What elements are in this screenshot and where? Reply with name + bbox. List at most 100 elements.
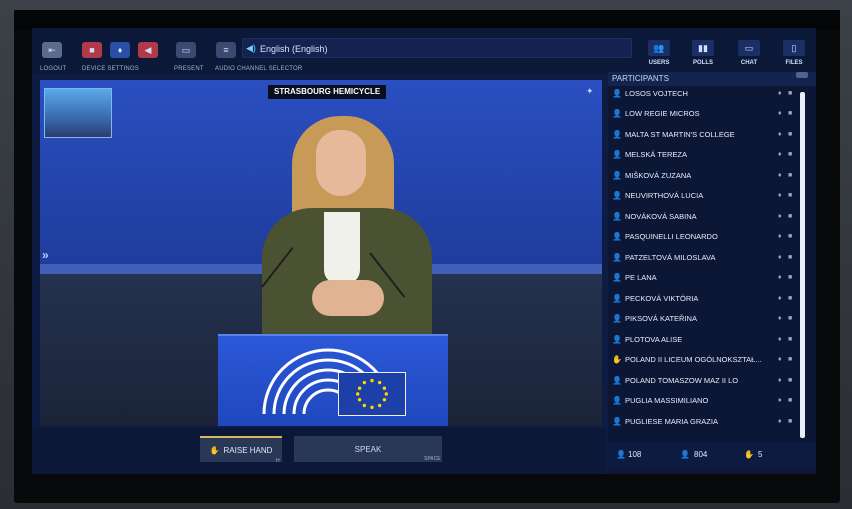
files-button[interactable]: ▯ <box>783 40 805 56</box>
panel-collapse-button[interactable] <box>796 72 808 78</box>
participant-row[interactable]: 👤 PECKOVÁ VIKTÓRIA ♦ ■ <box>612 289 798 307</box>
users-label: USERS <box>648 60 670 66</box>
speak-button[interactable]: SPEAK <box>294 436 442 462</box>
participant-camera-icon: ■ <box>788 233 793 240</box>
participant-row[interactable]: ✋ POLAND II LICEUM OGÓLNOKSZTAŁ... ♦ ■ <box>612 351 798 369</box>
camera-toggle-button[interactable]: ■ <box>82 42 102 58</box>
participant-mic-icon: ♦ <box>778 151 782 158</box>
raise-hand-button[interactable]: ✋ RAISE HAND <box>200 436 282 462</box>
participant-mic-icon: ♦ <box>778 89 782 97</box>
users-count: 108 <box>628 450 642 459</box>
total-count: 804 <box>694 450 708 459</box>
location-label: STRASBOURG HEMICYCLE <box>268 85 387 99</box>
participants-scrollbar[interactable] <box>800 92 805 438</box>
user-icon: 👤 <box>612 232 622 241</box>
users-button[interactable]: 👥 <box>648 40 670 56</box>
audio-channel-icon: ≡ <box>216 42 236 58</box>
participants-panel: PARTICIPANTS 👤 LOSOS VOJTECH ♦ ■ 👤 LOW REGIE … <box>608 70 816 474</box>
participant-name: LOW REGIE MICROS <box>625 109 700 118</box>
user-icon: 👤 <box>612 396 622 405</box>
user-icon: 👤 <box>612 273 622 282</box>
participant-mic-icon: ♦ <box>778 294 782 302</box>
participant-mic-icon: ♦ <box>778 335 782 343</box>
polls-icon: ▮▮ <box>698 42 708 53</box>
participant-name: PIKSOVÁ KATEŘINA <box>625 314 697 323</box>
chat-label: CHAT <box>740 60 758 66</box>
speaker-face <box>316 130 366 196</box>
audio-speaker-icon: ◀) <box>246 43 256 53</box>
participant-mic-icon: ♦ <box>778 356 782 363</box>
logout-label: LOGOUT <box>40 66 67 72</box>
participant-row[interactable]: 👤 PUGLIA MASSIMILIANO ♦ ■ <box>612 392 798 410</box>
participant-row[interactable]: 👤 PIKSOVÁ KATEŘINA ♦ ■ <box>612 310 798 328</box>
bottom-controls: ✋ RAISE HAND H SPEAK SPACE <box>32 428 606 474</box>
device-settings-label: DEVICE SETTINGS <box>82 66 140 72</box>
files-label: FILES <box>785 60 803 66</box>
participant-camera-icon: ■ <box>788 192 793 199</box>
participant-name: PE LANA <box>625 273 657 282</box>
self-view-thumbnail[interactable] <box>44 88 112 138</box>
hands-count-icon: ✋ <box>744 450 754 459</box>
participant-mic-icon: ♦ <box>778 171 782 179</box>
participant-row[interactable]: 👤 MELSKÁ TEREZA ♦ ■ <box>612 146 798 164</box>
participant-row[interactable]: 👤 PATZELTOVÁ MILOSLAVA ♦ ■ <box>612 248 798 266</box>
participant-mic-icon: ♦ <box>778 110 782 117</box>
speaker-toggle-button[interactable]: ◀ <box>138 42 158 58</box>
participant-camera-icon: ■ <box>788 315 793 322</box>
participant-row[interactable]: 👤 PE LANA ♦ ■ <box>612 269 798 287</box>
participant-row[interactable]: 👤 POLAND TOMASZOW MAZ II LO ♦ ■ <box>612 371 798 389</box>
participant-name: LOSOS VOJTECH <box>625 88 688 98</box>
raise-hand-shortcut: H <box>276 458 280 464</box>
logout-icon: ⇤ <box>42 42 62 58</box>
audio-channel-selector-label: AUDIO CHANNEL SELECTOR <box>215 66 303 72</box>
participant-row[interactable]: 👤 MALTA ST MARTIN'S COLLEGE ♦ ■ <box>612 125 798 143</box>
logout-button[interactable]: ⇤ <box>42 42 62 58</box>
total-count-icon: 👤 <box>680 450 690 459</box>
participant-row[interactable]: 👤 NOVÁKOVÁ SABINA ♦ ■ <box>612 207 798 225</box>
participant-mic-icon: ♦ <box>778 397 782 404</box>
participant-row[interactable]: 👤 PUGLIESE MARIA GRAZIA ♦ ■ <box>612 412 798 430</box>
speaker-blouse <box>324 212 360 284</box>
speaker-icon: ◀ <box>138 42 158 58</box>
participant-name: MIŠKOVÁ ZUZANA <box>625 170 692 180</box>
user-icon: 👤 <box>612 150 622 159</box>
app-window: ⇤ LOGOUT ■ ♦ ◀ DEVICE SETTINGS ▭ PRESENT… <box>32 28 816 474</box>
participant-camera-icon: ■ <box>788 294 793 302</box>
audio-channel-button[interactable]: ≡ <box>216 42 236 58</box>
participant-name: PECKOVÁ VIKTÓRIA <box>625 293 699 303</box>
participant-name: MELSKÁ TEREZA <box>625 150 687 159</box>
participant-mic-icon: ♦ <box>778 192 782 199</box>
participant-row[interactable]: 👤 LOSOS VOJTECH ♦ ■ <box>612 88 798 102</box>
eu-flag-icon <box>338 372 406 416</box>
participant-row[interactable]: 👤 PASQUINELLI LEONARDO ♦ ■ <box>612 228 798 246</box>
participant-mic-icon: ♦ <box>778 130 782 138</box>
participant-row[interactable]: 👤 MIŠKOVÁ ZUZANA ♦ ■ <box>612 166 798 184</box>
expand-chevron-icon[interactable]: » <box>42 248 49 262</box>
raised-hand-icon: ✋ <box>612 355 622 364</box>
participant-row[interactable]: 👤 PLOTOVA ALISE ♦ ■ <box>612 330 798 348</box>
participant-camera-icon: ■ <box>788 376 793 384</box>
user-icon: 👤 <box>612 314 622 323</box>
participant-row[interactable]: 👤 NEUVIRTHOVÁ LUCIA ♦ ■ <box>612 187 798 205</box>
participant-camera-icon: ■ <box>788 171 793 179</box>
participant-name: PLOTOVA ALISE <box>625 334 683 344</box>
user-icon: 👤 <box>612 211 622 221</box>
users-icon: 👥 <box>653 42 665 53</box>
audio-channel-value: English (English) <box>260 44 328 54</box>
speak-label: SPEAK <box>354 444 382 454</box>
participant-name: NEUVIRTHOVÁ LUCIA <box>625 191 704 200</box>
participants-list: 👤 LOSOS VOJTECH ♦ ■ 👤 LOW REGIE MICROS ♦ ■ 👤 MALT… <box>612 88 798 438</box>
mic-toggle-button[interactable]: ♦ <box>110 42 130 58</box>
chat-button[interactable]: ▭ <box>738 40 760 56</box>
present-button[interactable]: ▭ <box>176 42 196 58</box>
participant-name: POLAND TOMASZOW MAZ II LO <box>625 375 739 385</box>
participant-camera-icon: ■ <box>788 110 793 117</box>
microphone-icon: ♦ <box>110 42 130 58</box>
participant-camera-icon: ■ <box>788 274 793 281</box>
pin-icon[interactable]: ✦ <box>586 86 594 97</box>
raise-hand-label: RAISE HAND <box>223 445 273 455</box>
user-icon: 👤 <box>612 334 622 344</box>
participant-mic-icon: ♦ <box>778 253 782 261</box>
polls-button[interactable]: ▮▮ <box>692 40 714 56</box>
participant-row[interactable]: 👤 LOW REGIE MICROS ♦ ■ <box>612 105 798 123</box>
